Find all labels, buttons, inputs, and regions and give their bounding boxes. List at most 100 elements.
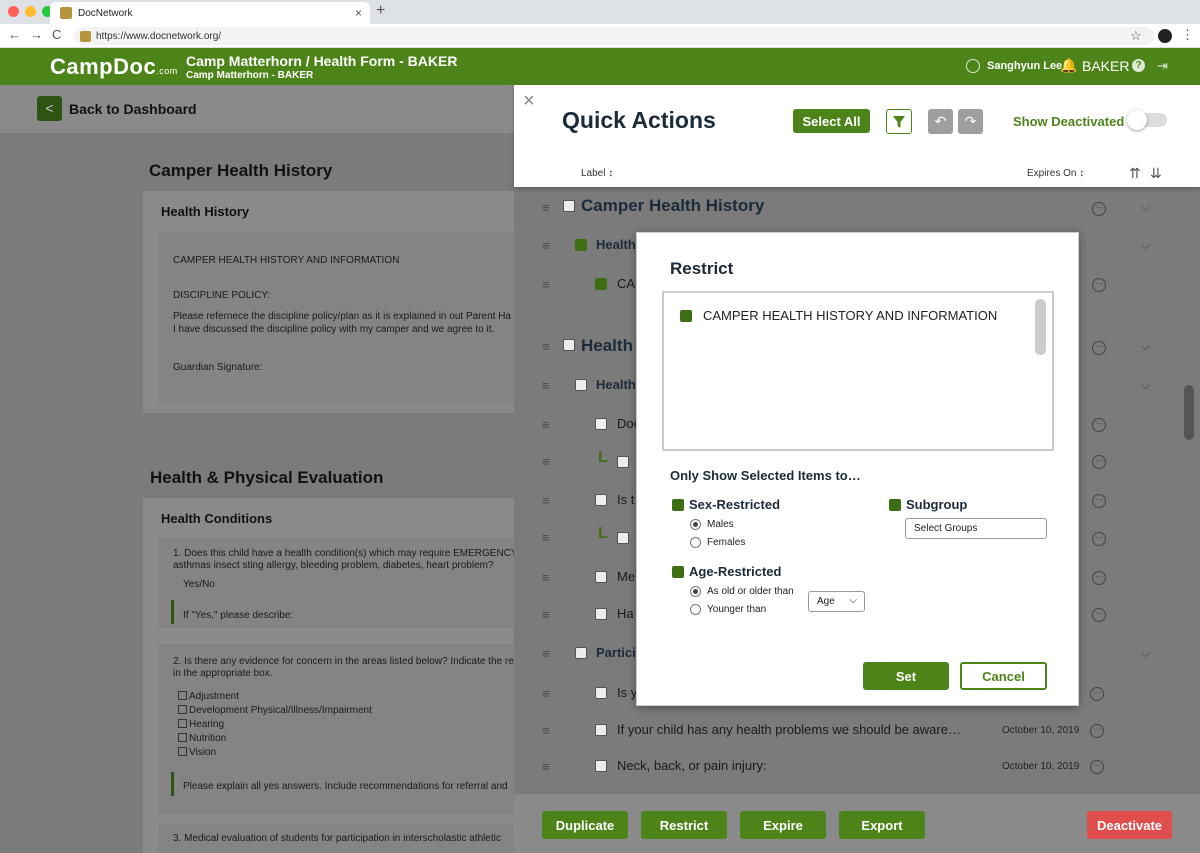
- chevron-down-icon[interactable]: ⌵: [1141, 238, 1150, 253]
- option-hearing[interactable]: Hearing: [178, 719, 224, 730]
- subgroup-checkbox[interactable]: [889, 499, 901, 511]
- selected-item-checkbox[interactable]: [680, 310, 692, 322]
- checkbox[interactable]: [178, 705, 187, 714]
- user-avatar-icon[interactable]: [966, 59, 980, 73]
- forward-arrow-icon[interactable]: →: [30, 27, 43, 42]
- close-icon[interactable]: ×: [523, 90, 535, 113]
- row-checkbox[interactable]: [595, 278, 607, 290]
- more-options-icon[interactable]: ···: [1092, 341, 1106, 355]
- row-checkbox[interactable]: [595, 687, 607, 699]
- younger-than-radio[interactable]: [690, 604, 701, 615]
- females-radio[interactable]: [690, 537, 701, 548]
- column-label-header[interactable]: Label ↕: [581, 168, 613, 179]
- profile-avatar-icon[interactable]: [1158, 29, 1172, 43]
- more-options-icon[interactable]: ···: [1092, 202, 1106, 216]
- drag-handle-icon[interactable]: ≡: [542, 571, 550, 584]
- browser-menu-icon[interactable]: ⋮: [1181, 27, 1194, 43]
- option-development[interactable]: Development Physical/Illness/Impairment: [178, 705, 372, 716]
- drag-handle-icon[interactable]: ≡: [542, 531, 550, 544]
- new-tab-button[interactable]: +: [376, 2, 385, 20]
- sort-ascending-icon[interactable]: ⇈: [1129, 165, 1141, 182]
- logout-icon[interactable]: ⇥: [1157, 58, 1168, 74]
- row-checkbox[interactable]: [575, 239, 587, 251]
- row-checkbox[interactable]: [563, 339, 575, 351]
- restrict-button[interactable]: Restrict: [641, 811, 727, 839]
- back-chevron-icon[interactable]: <: [37, 96, 62, 121]
- row-checkbox[interactable]: [617, 456, 629, 468]
- export-button[interactable]: Export: [839, 811, 925, 839]
- set-button[interactable]: Set: [863, 662, 949, 690]
- browser-tab[interactable]: DocNetwork ×: [50, 2, 370, 24]
- redo-button[interactable]: ↷: [958, 109, 983, 134]
- sort-descending-icon[interactable]: ⇊: [1150, 165, 1162, 182]
- option-nutrition[interactable]: Nutrition: [178, 733, 226, 744]
- close-window-icon[interactable]: [8, 6, 19, 17]
- more-options-icon[interactable]: ···: [1090, 687, 1104, 701]
- more-options-icon[interactable]: ···: [1092, 608, 1106, 622]
- option-adjustment[interactable]: Adjustment: [178, 691, 239, 702]
- user-name[interactable]: Sanghyun Lee: [987, 60, 1062, 72]
- reload-icon[interactable]: C: [52, 27, 61, 42]
- drag-handle-icon[interactable]: ≡: [542, 239, 550, 252]
- box-scrollbar[interactable]: [1035, 299, 1046, 355]
- more-options-icon[interactable]: ···: [1092, 455, 1106, 469]
- row-checkbox[interactable]: [595, 494, 607, 506]
- drag-handle-icon[interactable]: ≡: [542, 379, 550, 392]
- males-radio[interactable]: [690, 519, 701, 530]
- bookmark-star-icon[interactable]: ☆: [1130, 28, 1142, 44]
- camper-name[interactable]: BAKER: [1082, 58, 1129, 74]
- describe-field[interactable]: If "Yes," please describe:: [183, 610, 293, 621]
- more-options-icon[interactable]: ···: [1092, 418, 1106, 432]
- select-groups-dropdown[interactable]: Select Groups: [905, 518, 1047, 539]
- row-checkbox[interactable]: [563, 200, 575, 212]
- more-options-icon[interactable]: ···: [1090, 724, 1104, 738]
- list-item[interactable]: ≡ If your child has any health problems …: [514, 712, 1200, 749]
- drag-handle-icon[interactable]: ≡: [542, 455, 550, 468]
- chevron-down-icon[interactable]: ⌵: [1141, 378, 1150, 393]
- chevron-down-icon[interactable]: ⌵: [1141, 339, 1150, 354]
- drag-handle-icon[interactable]: ≡: [542, 201, 550, 214]
- column-expires-header[interactable]: Expires On ↕: [1027, 168, 1084, 179]
- more-options-icon[interactable]: ···: [1092, 278, 1106, 292]
- drag-handle-icon[interactable]: ≡: [542, 494, 550, 507]
- select-all-button[interactable]: Select All: [793, 109, 870, 133]
- drag-handle-icon[interactable]: ≡: [542, 278, 550, 291]
- chevron-down-icon[interactable]: ⌵: [1141, 200, 1150, 215]
- bell-icon[interactable]: 🔔: [1060, 57, 1077, 74]
- url-field[interactable]: https://www.docnetwork.org/: [74, 27, 1154, 45]
- more-options-icon[interactable]: ···: [1092, 571, 1106, 585]
- list-item[interactable]: ≡ Camper Health History ··· ⌵: [514, 187, 1200, 224]
- cancel-button[interactable]: Cancel: [960, 662, 1047, 690]
- deactivate-button[interactable]: Deactivate: [1087, 811, 1172, 839]
- row-checkbox[interactable]: [617, 532, 629, 544]
- drag-handle-icon[interactable]: ≡: [542, 418, 550, 431]
- row-checkbox[interactable]: [595, 724, 607, 736]
- undo-button[interactable]: ↶: [928, 109, 953, 134]
- drag-handle-icon[interactable]: ≡: [542, 760, 550, 773]
- checkbox[interactable]: [178, 733, 187, 742]
- minimize-window-icon[interactable]: [25, 6, 36, 17]
- drag-handle-icon[interactable]: ≡: [542, 340, 550, 353]
- more-options-icon[interactable]: ···: [1092, 532, 1106, 546]
- row-checkbox[interactable]: [575, 379, 587, 391]
- checkbox[interactable]: [178, 719, 187, 728]
- more-options-icon[interactable]: ···: [1090, 760, 1104, 774]
- back-to-dashboard-link[interactable]: Back to Dashboard: [69, 101, 197, 117]
- drag-handle-icon[interactable]: ≡: [542, 724, 550, 737]
- row-checkbox[interactable]: [595, 418, 607, 430]
- expire-button[interactable]: Expire: [740, 811, 826, 839]
- duplicate-button[interactable]: Duplicate: [542, 811, 628, 839]
- option-vision[interactable]: Vision: [178, 747, 216, 758]
- campdoc-logo[interactable]: CampDoc.com: [50, 54, 178, 80]
- row-checkbox[interactable]: [595, 760, 607, 772]
- show-deactivated-toggle[interactable]: [1127, 110, 1167, 130]
- chevron-down-icon[interactable]: ⌵: [1141, 646, 1150, 661]
- sex-restricted-checkbox[interactable]: [672, 499, 684, 511]
- explain-field[interactable]: Please explain all yes answers. Include …: [183, 781, 508, 792]
- drag-handle-icon[interactable]: ≡: [542, 687, 550, 700]
- help-icon[interactable]: ?: [1132, 59, 1145, 72]
- drag-handle-icon[interactable]: ≡: [542, 608, 550, 621]
- row-checkbox[interactable]: [595, 571, 607, 583]
- list-item[interactable]: ≡ Neck, back, or pain injury: October 10…: [514, 748, 1200, 785]
- filter-button[interactable]: [886, 109, 912, 134]
